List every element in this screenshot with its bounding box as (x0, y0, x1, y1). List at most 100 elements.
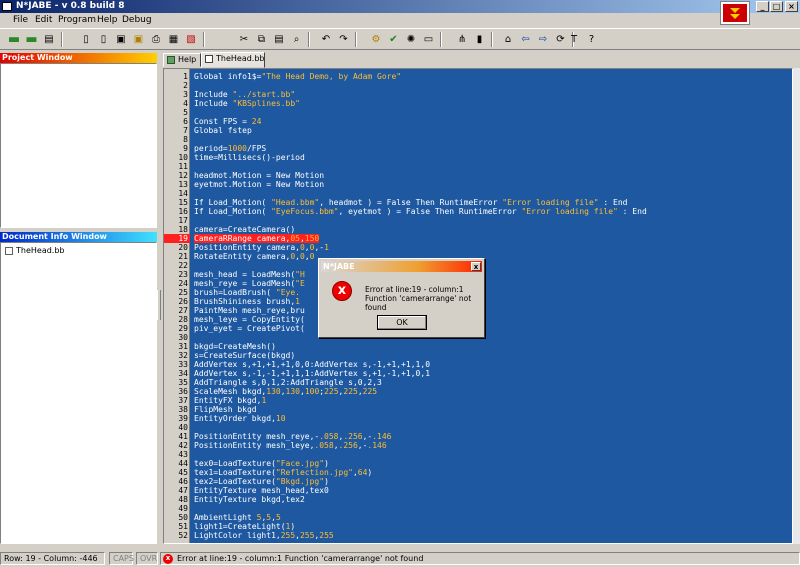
code-line[interactable]: time=Millisecs()-period (194, 153, 305, 162)
code-line[interactable]: mesh_reye = LoadMesh("E (194, 279, 305, 288)
compile-icon[interactable]: ⚙ (368, 32, 384, 47)
ok-button[interactable]: OK (377, 315, 427, 330)
code-token: ScaleMesh bkgd, (194, 387, 267, 396)
line-number: 30 (178, 333, 188, 342)
save-all-icon[interactable]: ▣ (131, 32, 147, 47)
close-file-icon[interactable]: ▧ (183, 32, 199, 47)
code-line[interactable]: AmbientLight 5,5,5 (194, 513, 281, 522)
code-line[interactable]: If Load_Motion( "EyeFocus.bbm", eyetmot … (194, 207, 647, 216)
code-line[interactable]: PositionEntity camera,0,0,-1 (194, 243, 329, 252)
project-window[interactable] (0, 63, 157, 228)
cut-icon[interactable]: ✂ (236, 32, 252, 47)
tab-help[interactable]: Help (163, 53, 201, 67)
code-line[interactable]: headmot.Motion = New Motion (194, 171, 324, 180)
check-icon[interactable]: ✔ (386, 32, 402, 47)
find-icon[interactable]: ⌕ (289, 32, 305, 47)
close-button[interactable]: × (785, 1, 798, 12)
code-token: piv_eyet = CreatePivot( (194, 324, 305, 333)
code-line[interactable]: period=1000/FPS (194, 144, 266, 153)
code-line[interactable]: PositionEntity mesh_reye,-.058,.256,-.14… (194, 432, 392, 441)
code-line[interactable]: tex0=LoadTexture("Face.jpg") (194, 459, 329, 468)
code-line[interactable]: AddVertex s,-1,-1,+1,1,1:AddVertex s,+1,… (194, 369, 430, 378)
code-line[interactable]: mesh_head = LoadMesh("H (194, 270, 305, 279)
code-token: , eyetmot ) = False Then RuntimeError (338, 207, 522, 216)
code-line[interactable]: Global fstep (194, 126, 252, 135)
code-line[interactable]: camera=CreateCamera() (194, 225, 295, 234)
save-file-icon[interactable]: ▣ (113, 32, 129, 47)
menu-file[interactable]: File (13, 15, 28, 25)
undo-icon[interactable]: ↶ (318, 32, 334, 47)
code-line[interactable]: Global info1$="The Head Demo, by Adam Go… (194, 72, 401, 81)
copy-icon[interactable]: ⧉ (254, 32, 270, 47)
code-token: 130 (266, 387, 281, 396)
code-line[interactable]: piv_eyet = CreatePivot( (194, 324, 305, 333)
open-folder-icon[interactable]: ▬ (24, 32, 40, 47)
code-line[interactable]: tex2=LoadTexture("Bkgd.jpg") (194, 477, 329, 486)
code-line[interactable]: FlipMesh bkgd (194, 405, 257, 414)
code-line[interactable]: Include "../start.bb" (194, 90, 295, 99)
new-file-icon[interactable]: ▯ (78, 32, 94, 47)
code-token: /FPS (246, 144, 267, 153)
document-item[interactable]: TheHead.bb (4, 246, 65, 256)
code-line[interactable]: EntityOrder bkgd,10 (194, 414, 286, 423)
editor-scrollbar[interactable] (793, 68, 800, 544)
code-line[interactable]: tex1=LoadTexture("Reflection.jpg",64) (194, 468, 372, 477)
code-line[interactable]: EntityFX bkgd,1 (194, 396, 266, 405)
dialog-close-button[interactable]: x (471, 262, 481, 271)
open-file-icon[interactable]: ▯ (96, 32, 112, 47)
code-line[interactable]: AddVertex s,+1,+1,+1,0,0:AddVertex s,-1,… (194, 360, 430, 369)
print-icon[interactable]: ⎙ (148, 32, 164, 47)
code-token: PaintMesh mesh_reye,bru (194, 306, 305, 315)
window-icon[interactable]: ▭ (421, 32, 437, 47)
menu-help[interactable]: Help (97, 15, 118, 25)
code-line[interactable]: light1=CreateLight(1) (194, 522, 295, 531)
paste-icon[interactable]: ▤ (271, 32, 287, 47)
code-line[interactable]: Const FPS = 24 (194, 117, 261, 126)
tab-thehead[interactable]: TheHead.bb (201, 52, 265, 68)
debug-icon[interactable]: ▮ (472, 32, 488, 47)
settings-icon[interactable]: ✺ (403, 32, 419, 47)
help-icon[interactable]: ? (584, 32, 600, 47)
code-line[interactable]: LightColor light1,255,255,255 (194, 531, 334, 540)
code-line-error[interactable]: CameraRRange camera,05,150 (194, 234, 320, 243)
tools-icon[interactable]: T (566, 32, 582, 47)
code-line[interactable]: eyetmot.Motion = New Motion (194, 180, 324, 189)
menu-edit[interactable]: Edit (35, 15, 52, 25)
code-line[interactable]: AddTriangle s,0,1,2:AddTriangle s,0,2,3 (194, 378, 382, 387)
line-number: 29 (178, 324, 188, 333)
redo-icon[interactable]: ↷ (336, 32, 352, 47)
code-line[interactable]: EntityTexture mesh_head,tex0 (194, 486, 329, 495)
code-token: ) (324, 477, 329, 486)
minimize-button[interactable]: _ (756, 1, 769, 12)
code-line[interactable]: ScaleMesh bkgd,130,130,100;225,225,225 (194, 387, 377, 396)
status-message-panel: x Error at line:19 - column:1 Function '… (160, 552, 800, 565)
tree-icon[interactable]: ⋔ (454, 32, 470, 47)
line-number: 51 (178, 522, 188, 531)
menu-program[interactable]: Program (58, 15, 96, 25)
new-folder-icon[interactable]: ▬ (6, 32, 22, 47)
code-line[interactable]: If Load_Motion( "Head.bbm", headmot ) = … (194, 198, 628, 207)
code-line[interactable]: mesh_leye = CopyEntity( (194, 315, 305, 324)
code-line[interactable]: brush=LoadBrush( "Eye. (194, 288, 300, 297)
splitter-handle[interactable] (157, 290, 161, 320)
file-tab-icon (205, 55, 213, 63)
export-icon[interactable]: ▦ (166, 32, 182, 47)
line-number: 46 (178, 477, 188, 486)
code-token: BrushShininess brush, (194, 297, 296, 306)
code-line[interactable]: Include "KBSplines.bb" (194, 99, 300, 108)
code-line[interactable]: RotateEntity camera,0,0,0 (194, 252, 314, 261)
code-line[interactable]: bkgd=CreateMesh() (194, 342, 276, 351)
code-line[interactable]: s=CreateSurface(bkgd) (194, 351, 295, 360)
maximize-button[interactable]: □ (770, 1, 783, 12)
code-line[interactable]: PositionEntity mesh_leye,.058,.256,-.146 (194, 441, 387, 450)
back-icon[interactable]: ⇦ (518, 32, 534, 47)
home-icon[interactable]: ⌂ (500, 32, 516, 47)
code-line[interactable]: PaintMesh mesh_reye,bru (194, 306, 305, 315)
menu-debug[interactable]: Debug (122, 15, 152, 25)
code-token: EntityTexture bkgd,tex2 (194, 495, 305, 504)
code-token: 255 (299, 531, 315, 540)
code-line[interactable]: EntityTexture bkgd,tex2 (194, 495, 305, 504)
forward-icon[interactable]: ⇨ (535, 32, 551, 47)
code-line[interactable]: BrushShininess brush,1 (194, 297, 300, 306)
save-icon[interactable]: ▤ (41, 32, 57, 47)
